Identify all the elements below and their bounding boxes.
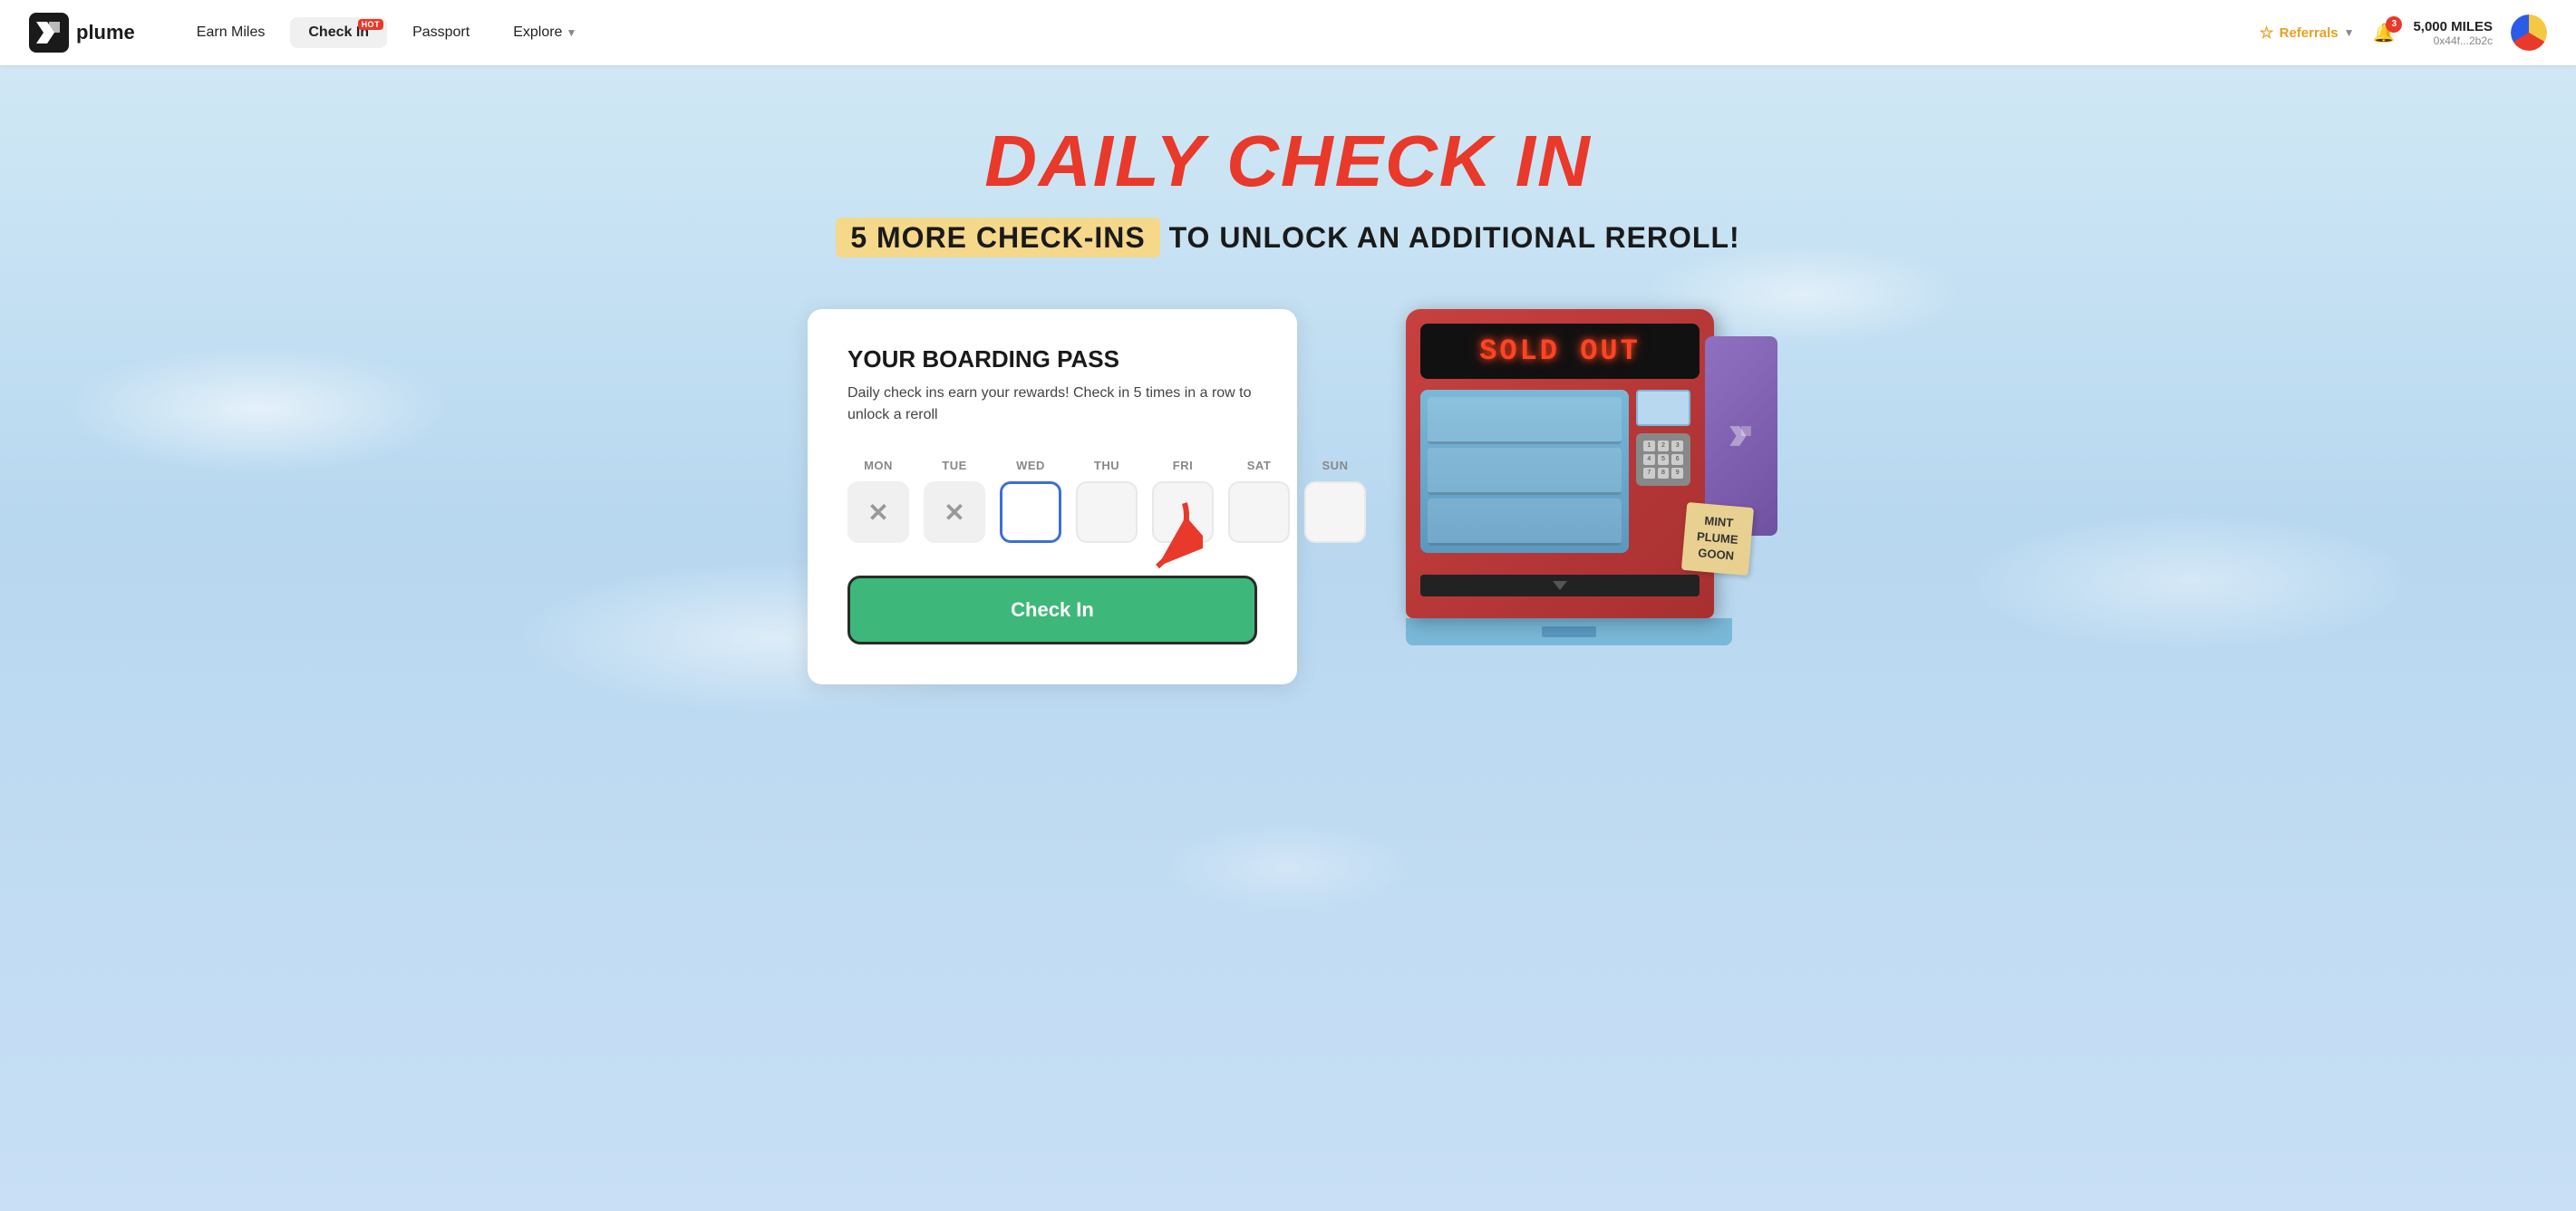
day-thu-label: THU [1094, 459, 1119, 472]
subtitle-highlight: 5 MORE CHECK-INS [836, 218, 1159, 257]
key-2[interactable]: 2 [1658, 441, 1670, 451]
notification-badge: 3 [2386, 16, 2402, 33]
key-4[interactable]: 4 [1643, 454, 1655, 465]
shelf-2 [1428, 448, 1622, 495]
nav-checkin[interactable]: Check In HOT [290, 17, 387, 48]
hero-subtitle: 5 MORE CHECK-INS TO UNLOCK AN ADDITIONAL… [73, 221, 2503, 255]
plume-logo-icon [29, 13, 69, 53]
machine-slot [1420, 575, 1700, 596]
key-6[interactable]: 6 [1671, 454, 1683, 465]
hot-badge: HOT [358, 19, 384, 30]
hero-content: YOUR BOARDING PASS Daily check ins earn … [73, 309, 2503, 817]
key-1[interactable]: 1 [1643, 441, 1655, 451]
key-9[interactable]: 9 [1671, 468, 1683, 479]
nav-links: Earn Miles Check In HOT Passport Explore… [179, 17, 2260, 48]
navbar-right: ☆ Referrals ▼ 🔔 3 5,000 MILES 0x44f...2b… [2259, 15, 2547, 51]
vending-machine: SOLD OUT 1 [1406, 309, 1732, 645]
hero-section: DAILY CHECK IN 5 MORE CHECK-INS TO UNLOC… [0, 65, 2576, 1211]
red-arrow-icon [1094, 499, 1203, 580]
shelf-1 [1428, 397, 1622, 444]
day-tue-label: TUE [942, 459, 967, 472]
nav-explore[interactable]: Explore ▼ [495, 17, 595, 48]
keypad: 1 2 3 4 5 6 7 8 9 [1636, 433, 1690, 486]
key-8[interactable]: 8 [1658, 468, 1670, 479]
day-tue: TUE ✕ [924, 459, 985, 543]
wallet-address: 0x44f...2b2c [2413, 34, 2493, 47]
machine-display-area: 1 2 3 4 5 6 7 8 9 [1420, 390, 1700, 564]
day-wed: WED [1000, 459, 1061, 543]
star-icon: ☆ [2259, 24, 2273, 43]
bottom-slot [1542, 626, 1596, 637]
day-fri-label: FRI [1173, 459, 1193, 472]
vending-machine-container: SOLD OUT 1 [1370, 309, 1768, 817]
boarding-pass-title: YOUR BOARDING PASS [847, 345, 1257, 373]
avatar[interactable] [2511, 15, 2547, 51]
day-wed-box [1000, 481, 1061, 543]
logo[interactable]: plume [29, 13, 135, 53]
day-sat-label: SAT [1247, 459, 1272, 472]
checkin-button[interactable]: Check In [847, 576, 1257, 644]
subtitle-rest: TO UNLOCK AN ADDITIONAL REROLL! [1160, 221, 1740, 254]
keypad-grid: 1 2 3 4 5 6 7 8 9 [1643, 441, 1683, 479]
day-sat-box [1228, 481, 1290, 543]
shelf-3 [1428, 499, 1622, 546]
key-5[interactable]: 5 [1658, 454, 1670, 465]
sticky-line-1: MINT [1703, 514, 1733, 530]
nav-earn-miles[interactable]: Earn Miles [179, 17, 284, 48]
day-mon-box: ✕ [847, 481, 909, 543]
key-7[interactable]: 7 [1643, 468, 1655, 479]
machine-bottom [1406, 618, 1732, 645]
day-sun-label: SUN [1322, 459, 1349, 472]
referrals-button[interactable]: ☆ Referrals ▼ [2259, 24, 2354, 43]
referrals-chevron-icon: ▼ [2344, 26, 2355, 39]
hero-title: DAILY CHECK IN [73, 120, 2503, 203]
sticky-line-3: GOON [1697, 547, 1734, 563]
miles-info: 5,000 MILES 0x44f...2b2c [2413, 19, 2493, 47]
machine-body: SOLD OUT 1 [1406, 309, 1714, 618]
sticky-note: MINT PLUME GOON [1680, 502, 1753, 576]
display-panel [1636, 390, 1690, 426]
logo-text: plume [76, 21, 135, 44]
key-3[interactable]: 3 [1671, 441, 1683, 451]
slot-triangle-icon [1553, 581, 1567, 590]
boarding-pass-card: YOUR BOARDING PASS Daily check ins earn … [808, 309, 1297, 684]
avatar-image [2511, 15, 2547, 51]
boarding-pass-desc: Daily check ins earn your rewards! Check… [847, 383, 1257, 426]
day-mon: MON ✕ [847, 459, 909, 543]
miles-amount: 5,000 MILES [2413, 19, 2493, 34]
day-tue-box: ✕ [924, 481, 985, 543]
referrals-label: Referrals [2280, 25, 2339, 41]
nav-passport[interactable]: Passport [394, 17, 488, 48]
day-wed-label: WED [1016, 459, 1045, 472]
machine-glass [1420, 390, 1629, 553]
explore-chevron-icon: ▼ [566, 26, 576, 39]
day-sun-box [1304, 481, 1366, 543]
day-sat: SAT [1228, 459, 1290, 543]
sold-out-display: SOLD OUT [1435, 334, 1685, 368]
sticky-line-2: PLUME [1696, 530, 1738, 547]
navbar: plume Earn Miles Check In HOT Passport E… [0, 0, 2576, 65]
day-mon-label: MON [864, 459, 893, 472]
machine-screen: SOLD OUT [1420, 324, 1700, 379]
notification-button[interactable]: 🔔 3 [2373, 22, 2396, 44]
side-plume-icon [1723, 418, 1759, 454]
day-sun: SUN [1304, 459, 1366, 543]
